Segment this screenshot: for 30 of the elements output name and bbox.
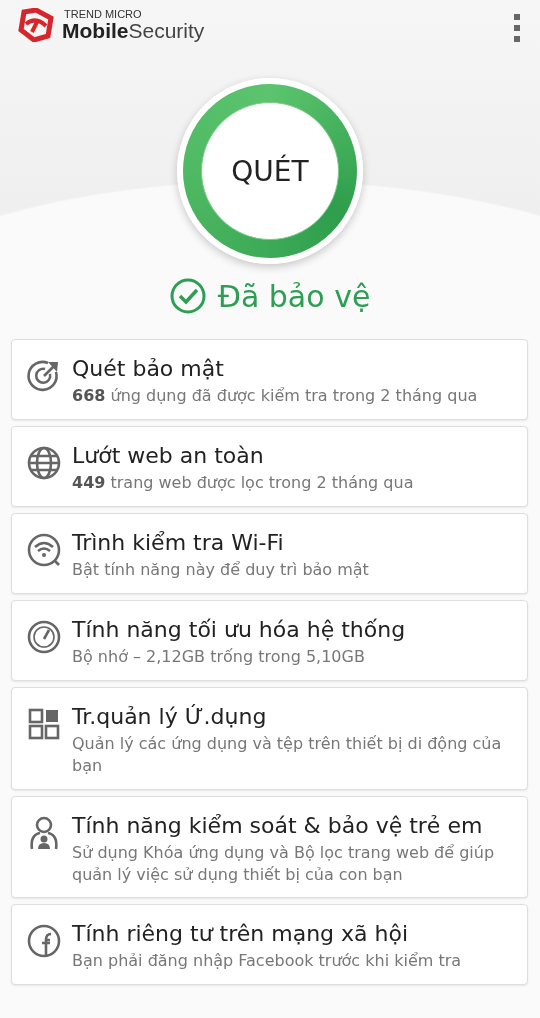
feature-card[interactable]: Quét bảo mật 668 ứng dụng đã được kiểm tra trong 2 tháng qua [11,339,528,420]
feature-description: Quản lý các ứng dụng và tệp trên thiết bị di động của bạn [72,733,503,777]
brand-subtitle: TREND MICRO [64,9,143,20]
scan-button[interactable]: QUÉT [177,78,363,264]
feature-card[interactable]: Tr.quản lý Ứ.dụng Quản lý các ứng dụng và tệp trên thiết bị di động của bạn [11,686,528,790]
feature-card[interactable]: Lướt web an toàn 449 trang web được lọc trong 2 tháng qua [11,426,528,507]
feature-card[interactable]: Tính năng kiểm soát & bảo vệ trẻ em Sử dụng Khóa ứng dụng và Bộ lọc trang web để giúp quản lý việc sử dụng thiết bị của con bạn [11,795,528,899]
feature-title: Trình kiểm tra Wi-Fi [72,529,285,557]
feature-description: 449 trang web được lọc trong 2 tháng qua [72,472,414,494]
feature-description: Bộ nhớ – 2,12GB trống trong 5,10GB [72,646,366,668]
status-text: Đã bảo vệ [217,278,371,314]
feature-description: Bật tính năng này để duy trì bảo mật [72,559,369,581]
globe-icon [26,445,62,481]
brand-name: MobileSecurity [62,20,205,41]
wifi-search-icon [26,531,62,568]
feature-title: Tính riêng tư trên mạng xã hội [72,921,410,948]
feature-title: Tr.quản lý Ứ.dụng [72,703,268,731]
feature-card[interactable]: Tính năng tối ưu hóa hệ thống Bộ nhớ – 2,12GB trống trong 5,10GB [11,599,528,681]
feature-card[interactable]: Tính riêng tư trên mạng xã hội Bạn phải đăng nhập Facebook trước khi kiểm tra [11,904,528,986]
feature-title: Quét bảo mật [72,356,225,383]
feature-title: Tính năng tối ưu hóa hệ thống [72,616,406,644]
feature-card[interactable]: Trình kiểm tra Wi-Fi Bật tính năng này để duy trì bảo mật [11,512,528,594]
feature-description: 668 ứng dụng đã được kiểm tra trong 2 tháng qua [72,385,478,407]
facebook-icon [26,923,62,960]
logo-icon [18,8,54,42]
feature-title: Tính năng kiểm soát & bảo vệ trẻ em [72,812,484,839]
feature-description: Sử dụng Khóa ứng dụng và Bộ lọc trang web để giúp quản lý việc sử dụng thiết bị của con bạn [72,841,496,886]
feature-description: Bạn phải đăng nhập Facebook trước khi kiểm tra [72,950,462,973]
feature-title: Lướt web an toàn [72,443,265,470]
gauge-icon [26,618,62,655]
